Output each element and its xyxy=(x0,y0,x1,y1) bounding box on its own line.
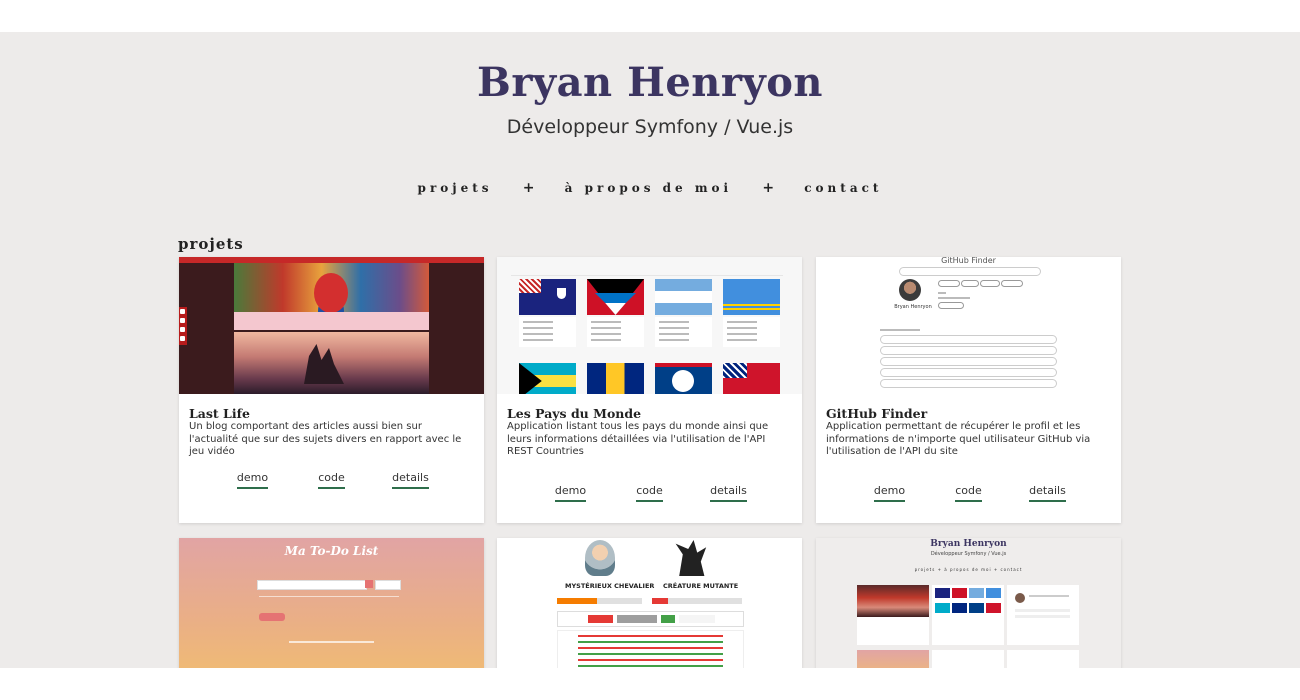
project-thumbnail[interactable] xyxy=(179,257,484,394)
flag-anguilla xyxy=(519,279,576,315)
flag-argentina xyxy=(655,279,712,315)
project-card-portfolio: Bryan Henryon Développeur Symfony / Vue.… xyxy=(816,538,1121,668)
thumbnail-subtitle: Développeur Symfony / Vue.js xyxy=(930,551,1007,557)
project-card-game: MYSTÉRIEUX CHEVALIER CRÉATURE MUTANTE xyxy=(497,538,802,668)
code-link[interactable]: code xyxy=(610,484,689,502)
project-card-last-life: Last Life Un blog comportant des article… xyxy=(179,257,484,523)
flag-antigua xyxy=(587,279,644,315)
nav-separator: + xyxy=(762,180,775,196)
nav-link-contact[interactable]: contact xyxy=(804,181,882,195)
nav-link-projets[interactable]: projets xyxy=(418,181,493,195)
project-thumbnail[interactable]: MYSTÉRIEUX CHEVALIER CRÉATURE MUTANTE xyxy=(497,538,802,668)
project-title: Last Life xyxy=(189,406,250,421)
project-thumbnail[interactable]: Ma To-Do List xyxy=(179,538,484,668)
monster-name: CRÉATURE MUTANTE xyxy=(663,582,739,590)
project-links: demo code details xyxy=(179,471,484,489)
flag-bermuda xyxy=(723,363,780,394)
details-link[interactable]: details xyxy=(689,484,768,502)
player-name: MYSTÉRIEUX CHEVALIER xyxy=(565,582,655,590)
details-link[interactable]: details xyxy=(371,471,450,489)
project-description: Un blog comportant des articles aussi bi… xyxy=(189,421,462,457)
project-thumbnail[interactable] xyxy=(497,257,802,394)
project-thumbnail[interactable]: Bryan Henryon Développeur Symfony / Vue.… xyxy=(816,538,1121,668)
site-title: Bryan Henryon xyxy=(477,59,823,106)
thumbnail-nav: projets + à propos de moi + contact xyxy=(914,567,1023,572)
avatar xyxy=(899,279,921,301)
knight-icon xyxy=(585,540,615,576)
social-sidebar xyxy=(179,307,187,345)
project-links: demo code details xyxy=(497,484,802,502)
project-links: demo code details xyxy=(816,484,1121,502)
project-card-pays-du-monde: Les Pays du Monde Application listant to… xyxy=(497,257,802,523)
thumbnail-title: Ma To-Do List xyxy=(284,544,379,558)
nav-separator: + xyxy=(522,180,535,196)
flag-barbados xyxy=(587,363,644,394)
project-card-github-finder: GitHub Finder Bryan Henryon GitHub Finde… xyxy=(816,257,1121,523)
flag-belize xyxy=(655,363,712,394)
project-card-todo: Ma To-Do List xyxy=(179,538,484,668)
demo-link[interactable]: demo xyxy=(531,484,610,502)
thumbnail-title: Bryan Henryon xyxy=(930,539,1007,549)
page: Bryan Henryon Développeur Symfony / Vue.… xyxy=(0,32,1300,668)
project-title: Les Pays du Monde xyxy=(507,406,642,421)
project-description: Application permettant de récupérer le p… xyxy=(826,421,1091,457)
section-title-projets: projets xyxy=(178,235,244,253)
site-subtitle: Développeur Symfony / Vue.js xyxy=(506,116,794,138)
project-description: Application listant tous les pays du mon… xyxy=(507,421,769,457)
thumbnail-title: GitHub Finder xyxy=(941,257,996,265)
project-title: GitHub Finder xyxy=(826,406,928,421)
nav-link-a-propos[interactable]: à propos de moi xyxy=(565,181,732,195)
flag-bahamas xyxy=(519,363,576,394)
search-bar xyxy=(511,263,783,276)
flag-aruba xyxy=(723,279,780,315)
details-link[interactable]: details xyxy=(1008,484,1087,502)
main-nav: projets + à propos de moi + contact xyxy=(0,180,1300,196)
code-link[interactable]: code xyxy=(929,484,1008,502)
demo-link[interactable]: demo xyxy=(850,484,929,502)
thumbnail-username: Bryan Henryon xyxy=(894,304,932,310)
project-thumbnail[interactable]: GitHub Finder Bryan Henryon xyxy=(816,257,1121,394)
demo-link[interactable]: demo xyxy=(213,471,292,489)
code-link[interactable]: code xyxy=(292,471,371,489)
